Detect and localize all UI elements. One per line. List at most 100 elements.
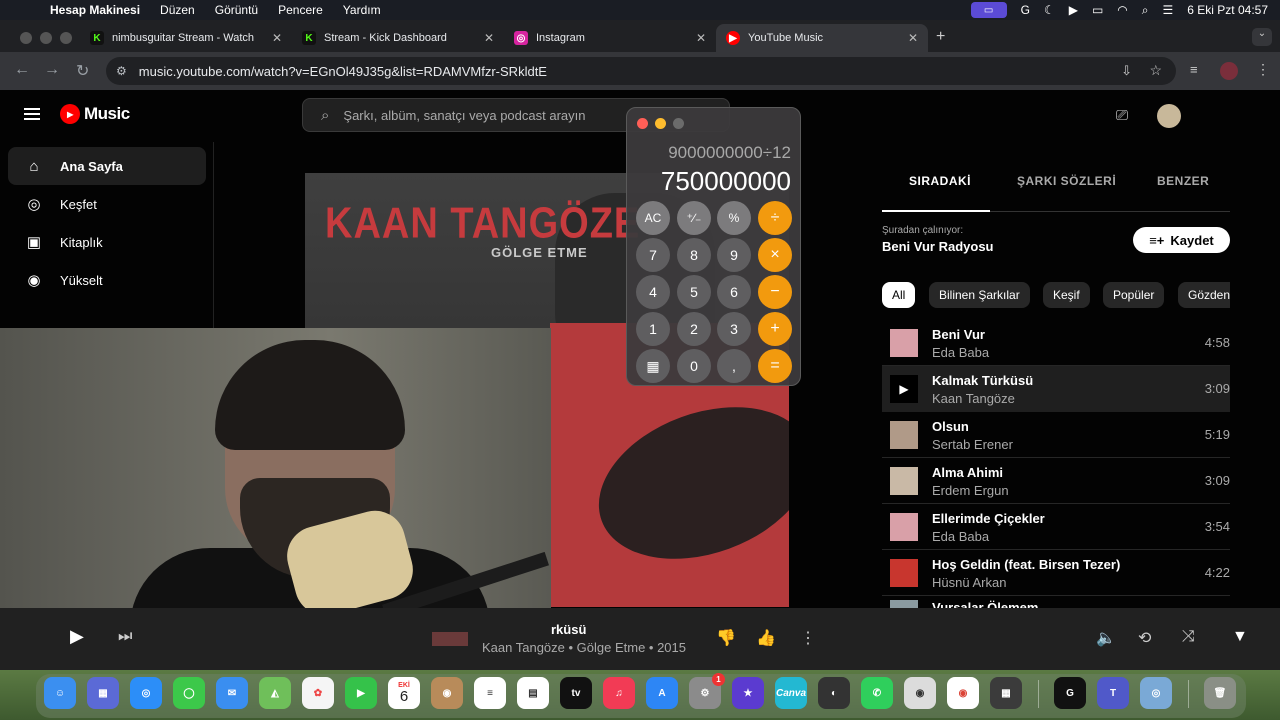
system-settings-icon[interactable]: ⚙ 1 <box>689 673 725 709</box>
bookmark-star-icon[interactable]: ☆ <box>1149 62 1162 79</box>
window-zoom-button[interactable] <box>60 32 72 44</box>
whatsapp-icon[interactable]: ✆ <box>861 677 893 709</box>
chip-all[interactable]: All <box>882 282 916 308</box>
repeat-icon[interactable]: ⟲ <box>1138 628 1151 648</box>
forward-icon[interactable]: → <box>44 61 60 79</box>
sidebar-item-explore[interactable]: ◎ Keşfet <box>8 185 206 223</box>
volume-icon[interactable]: 🔈 <box>1096 628 1116 648</box>
imovie-star-icon[interactable]: ★ <box>732 677 764 709</box>
menu-help[interactable]: Yardım <box>333 3 391 17</box>
calc-6-button[interactable]: 6 <box>717 275 751 309</box>
apple-tv-icon[interactable]: tv <box>560 677 592 709</box>
hamburger-menu-icon[interactable] <box>24 108 40 120</box>
app-store-icon[interactable]: A <box>646 677 678 709</box>
window-minimize-button[interactable] <box>40 32 52 44</box>
trash-icon[interactable]: 🗑 <box>1204 677 1236 709</box>
yt-music-logo[interactable]: ▶ Music <box>60 104 130 124</box>
menu-edit[interactable]: Düzen <box>150 3 205 17</box>
calc-zoom-button[interactable] <box>673 118 684 129</box>
calc-minimize-button[interactable] <box>655 118 666 129</box>
player-track-title[interactable]: rküsü <box>551 622 586 637</box>
facetime-icon[interactable]: ▶ <box>345 677 377 709</box>
queue-artist[interactable]: Eda Baba <box>932 529 989 544</box>
calc-2-button[interactable]: 2 <box>677 312 711 346</box>
player-track-subtitle[interactable]: Kaan Tangöze • Gölge Etme • 2015 <box>482 640 686 655</box>
menu-window[interactable]: Pencere <box>268 3 333 17</box>
calc-3-button[interactable]: 3 <box>717 312 751 346</box>
more-options-icon[interactable]: ⋮ <box>800 628 816 648</box>
teams-icon[interactable]: T <box>1097 677 1129 709</box>
calc-minus-button[interactable]: − <box>758 275 792 309</box>
messages-icon[interactable]: ◯ <box>173 677 205 709</box>
reminders-icon[interactable]: ≡ <box>474 677 506 709</box>
queue-artist[interactable]: Eda Baba <box>932 345 989 360</box>
mail-icon[interactable]: ✉ <box>216 677 248 709</box>
user-avatar[interactable] <box>1157 104 1181 128</box>
queue-artist[interactable]: Hüsnü Arkan <box>932 575 1006 590</box>
tab-nimbusguitar[interactable]: K nimbusguitar Stream - Watch ✕ <box>80 24 292 52</box>
queue-item[interactable]: Olsun Sertab Erener 5:19 <box>882 412 1230 458</box>
reload-icon[interactable]: ↻ <box>76 61 89 81</box>
photos-icon[interactable]: ✿ <box>302 677 334 709</box>
tab-up-next[interactable]: SIRADAKİ <box>909 174 971 188</box>
tab-close-icon[interactable]: ✕ <box>484 31 494 45</box>
queue-item[interactable]: Beni Vur Eda Baba 4:58 <box>882 320 1230 366</box>
address-bar[interactable]: ⚙ music.youtube.com/watch?v=EGnOl49J35g&… <box>106 57 1176 85</box>
menu-app-name[interactable]: Hesap Makinesi <box>40 3 150 17</box>
calc-9-button[interactable]: 9 <box>717 238 751 272</box>
calc-percent-button[interactable]: % <box>717 201 751 235</box>
expand-player-icon[interactable]: ▼ <box>1232 628 1248 646</box>
new-tab-icon[interactable]: + <box>936 28 945 46</box>
shuffle-icon[interactable]: ⤨ <box>1182 628 1195 646</box>
chip-deep-cuts[interactable]: Gözden <box>1178 282 1230 308</box>
calc-7-button[interactable]: 7 <box>636 238 670 272</box>
preview-icon[interactable]: ◎ <box>1140 677 1172 709</box>
disk-utility-icon[interactable]: ◉ <box>904 677 936 709</box>
playing-from-value[interactable]: Beni Vur Radyosu <box>882 239 993 254</box>
logitech-g-icon[interactable]: G <box>1054 677 1086 709</box>
queue-item[interactable]: Alma Ahimi Erdem Ergun 3:09 <box>882 458 1230 504</box>
queue-item-now-playing[interactable]: ▶ Kalmak Türküsü Kaan Tangöze 3:09 <box>882 366 1230 412</box>
chrome-icon[interactable]: ◉ <box>947 677 979 709</box>
battery-icon[interactable]: ▭ <box>1092 3 1103 17</box>
menubar-clock[interactable]: 6 Eki Pzt 04:57 <box>1187 3 1268 17</box>
canva-icon[interactable]: Canva <box>775 677 807 709</box>
chrome-menu-icon[interactable]: ⋮ <box>1256 61 1270 78</box>
screen-share-icon[interactable]: ▭ <box>970 2 1007 18</box>
safari-icon[interactable]: ◎ <box>130 677 162 709</box>
save-button[interactable]: ≡+ Kaydet <box>1133 227 1230 253</box>
queue-artist[interactable]: Sertab Erener <box>932 437 1013 452</box>
moon-icon[interactable]: ☾ <box>1044 3 1055 17</box>
chip-familiar[interactable]: Bilinen Şarkılar <box>929 282 1030 308</box>
next-track-icon[interactable]: ⏭ <box>118 628 132 646</box>
like-icon[interactable]: 👍 <box>756 628 776 648</box>
calc-5-button[interactable]: 5 <box>677 275 711 309</box>
tab-related[interactable]: BENZER <box>1157 174 1209 188</box>
dislike-icon[interactable]: 👎 <box>716 628 736 648</box>
calculator-dock-icon[interactable]: ▦ <box>990 677 1022 709</box>
calc-multiply-button[interactable]: × <box>758 238 792 272</box>
play-icon[interactable]: ▶ <box>890 375 918 403</box>
cast-icon[interactable]: ⎚ <box>1116 107 1128 124</box>
calc-close-button[interactable] <box>637 118 648 129</box>
calc-equals-button[interactable]: = <box>758 349 792 383</box>
sidebar-item-home[interactable]: ⌂ Ana Sayfa <box>8 147 206 185</box>
calc-decimal-button[interactable]: , <box>717 349 751 383</box>
menu-view[interactable]: Görüntü <box>205 3 268 17</box>
profile-avatar[interactable] <box>1220 62 1238 80</box>
tab-lyrics[interactable]: ŞARKI SÖZLERİ <box>1017 174 1116 188</box>
wifi-icon[interactable]: ◠ <box>1117 3 1127 17</box>
back-icon[interactable]: ← <box>14 61 30 79</box>
calendar-icon[interactable]: EKİ 6 <box>388 677 420 709</box>
calc-4-button[interactable]: 4 <box>636 275 670 309</box>
install-app-icon[interactable]: ⇩ <box>1121 63 1132 79</box>
queue-artist[interactable]: Erdem Ergun <box>932 483 1009 498</box>
calc-0-button[interactable]: 0 <box>677 349 711 383</box>
calc-mode-icon[interactable]: ▦ <box>636 349 670 383</box>
music-icon[interactable]: ♫ <box>603 677 635 709</box>
maps-icon[interactable]: ◭ <box>259 677 291 709</box>
window-close-button[interactable] <box>20 32 32 44</box>
queue-item[interactable]: Hoş Geldin (feat. Birsen Tezer) Hüsnü Ar… <box>882 550 1230 596</box>
control-center-icon[interactable]: ☰ <box>1163 3 1174 17</box>
sidebar-item-library[interactable]: ▣ Kitaplık <box>8 223 206 261</box>
